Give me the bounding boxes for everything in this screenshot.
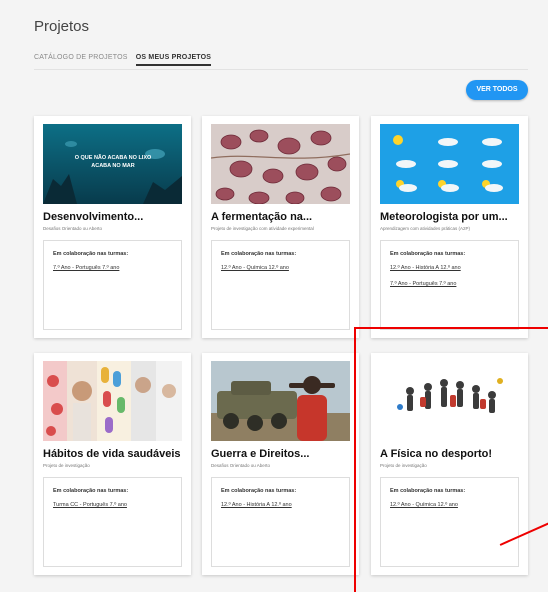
collaboration-box: Em colaboração nas turmas: 12.º Ano - Hi… bbox=[211, 477, 350, 567]
collaboration-heading: Em colaboração nas turmas: bbox=[53, 251, 129, 257]
project-card-5[interactable]: Guerra e Direitos... Desafios Orientado … bbox=[202, 353, 359, 575]
project-title[interactable]: A Física no desporto! bbox=[380, 448, 525, 460]
project-title[interactable]: Guerra e Direitos... bbox=[211, 448, 356, 460]
collaboration-box: Em colaboração nas turmas: 12.º Ano - Qu… bbox=[380, 477, 519, 567]
class-link[interactable]: 7.º Ano - Português 7.º ano bbox=[53, 265, 119, 271]
collaboration-heading: Em colaboração nas turmas: bbox=[390, 488, 466, 494]
collaboration-heading: Em colaboração nas turmas: bbox=[53, 488, 129, 494]
project-thumbnail-war[interactable] bbox=[211, 361, 350, 441]
tabs-divider bbox=[34, 69, 528, 70]
project-type: Desafios Orientado ou Aberto bbox=[43, 226, 103, 231]
project-title[interactable]: Desenvolvimento... bbox=[43, 211, 188, 223]
class-link[interactable]: 12.º Ano - Química 12.º ano bbox=[221, 265, 289, 271]
tab-my-projects[interactable]: OS MEUS PROJETOS bbox=[135, 54, 212, 66]
project-type: Desafios Orientado ou Aberto bbox=[211, 463, 271, 468]
project-thumbnail-health[interactable] bbox=[43, 361, 182, 441]
annotation-highlight-vertical bbox=[354, 327, 356, 592]
class-link[interactable]: 7.º Ano - Português 7.º ano bbox=[390, 281, 456, 287]
collaboration-heading: Em colaboração nas turmas: bbox=[390, 251, 466, 257]
project-type: Projeto de investigação bbox=[380, 463, 427, 468]
collaboration-heading: Em colaboração nas turmas: bbox=[221, 488, 297, 494]
view-all-button[interactable]: VER TODOS bbox=[466, 80, 528, 100]
project-card-2[interactable]: A fermentação na... Projeto de investiga… bbox=[202, 116, 359, 338]
project-thumbnail-cells[interactable] bbox=[211, 124, 350, 204]
thumbnail-caption: O QUE NÃO ACABA NO LIXO ACABA NO MAR bbox=[74, 155, 152, 169]
class-link[interactable]: 12.º Ano - História A 12.º ano bbox=[221, 502, 292, 508]
project-card-4[interactable]: Hábitos de vida saudáveis Projeto de inv… bbox=[34, 353, 191, 575]
project-card-1[interactable]: O QUE NÃO ACABA NO LIXO ACABA NO MAR Des… bbox=[34, 116, 191, 338]
collaboration-heading: Em colaboração nas turmas: bbox=[221, 251, 297, 257]
project-type: Projeto de investigação com atividade ex… bbox=[211, 226, 314, 231]
annotation-highlight-horizontal bbox=[354, 327, 548, 329]
project-title[interactable]: Hábitos de vida saudáveis bbox=[43, 448, 188, 460]
class-link[interactable]: Turma CC - Português 7.º ano bbox=[53, 502, 127, 508]
collaboration-box: Em colaboração nas turmas: Turma CC - Po… bbox=[43, 477, 182, 567]
page-title: Projetos bbox=[34, 18, 90, 35]
project-thumbnail-weather[interactable] bbox=[380, 124, 519, 204]
tab-bar: CATÁLOGO DE PROJETOS OS MEUS PROJETOS bbox=[34, 54, 217, 66]
tab-catalog[interactable]: CATÁLOGO DE PROJETOS bbox=[34, 54, 128, 64]
project-thumbnail-sports[interactable] bbox=[380, 361, 519, 441]
collaboration-box: Em colaboração nas turmas: 12.º Ano - Qu… bbox=[211, 240, 350, 330]
project-card-3[interactable]: Meteorologista por um... Aprendizagem co… bbox=[371, 116, 528, 338]
project-title[interactable]: A fermentação na... bbox=[211, 211, 356, 223]
class-link[interactable]: 12.º Ano - História A 12.º ano bbox=[390, 265, 461, 271]
project-thumbnail-ocean[interactable]: O QUE NÃO ACABA NO LIXO ACABA NO MAR bbox=[43, 124, 182, 204]
project-type: Aprendizagem com atividades práticas (A2… bbox=[380, 226, 471, 231]
project-title[interactable]: Meteorologista por um... bbox=[380, 211, 525, 223]
collaboration-box: Em colaboração nas turmas: 7.º Ano - Por… bbox=[43, 240, 182, 330]
class-link[interactable]: 12.º Ano - Química 12.º ano bbox=[390, 502, 458, 508]
project-type: Projeto de investigação bbox=[43, 463, 90, 468]
collaboration-box: Em colaboração nas turmas: 12.º Ano - Hi… bbox=[380, 240, 519, 330]
